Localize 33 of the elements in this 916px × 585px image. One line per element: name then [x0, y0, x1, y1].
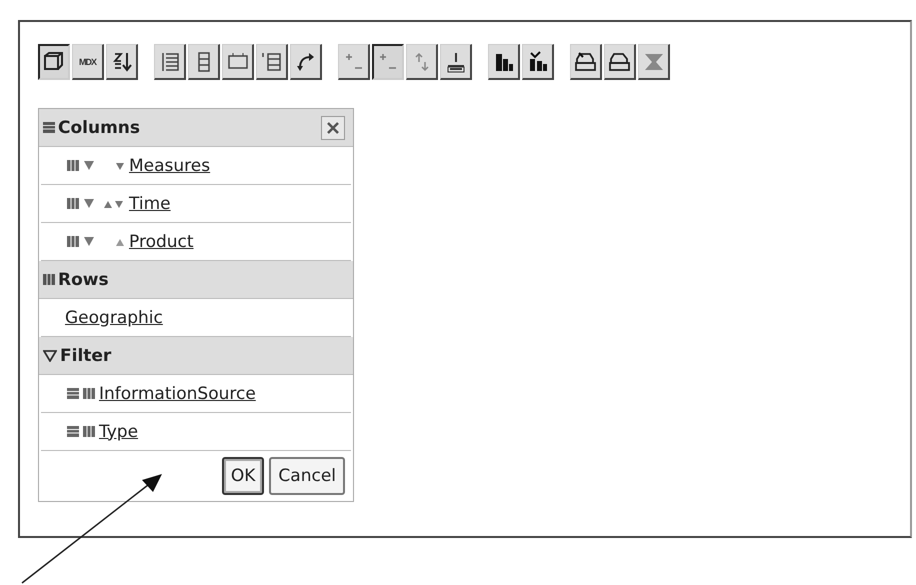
columns-icon[interactable]	[67, 198, 79, 209]
section-title: Filter	[60, 346, 112, 366]
funnel-icon[interactable]	[83, 236, 95, 247]
toolbar-button[interactable]	[38, 44, 70, 80]
section-title: Rows	[58, 270, 110, 290]
toolbar-button[interactable]	[372, 44, 404, 80]
dimension-link[interactable]: Type	[99, 422, 138, 442]
columns-icon	[43, 274, 55, 285]
dimension-link[interactable]: Time	[129, 194, 171, 214]
funnel-icon	[43, 350, 57, 362]
close-icon	[326, 120, 340, 134]
cancel-button[interactable]: Cancel	[269, 457, 345, 495]
sort-both-icon[interactable]	[103, 198, 125, 208]
dimension-link[interactable]: Measures	[129, 156, 210, 176]
dimension-link[interactable]: InformationSource	[99, 384, 256, 404]
dimension-link[interactable]: Product	[129, 232, 194, 252]
sort-up-icon[interactable]	[115, 236, 125, 246]
funnel-icon[interactable]	[83, 160, 95, 171]
columns-icon[interactable]	[67, 236, 79, 247]
rows-icon[interactable]	[67, 426, 79, 437]
section-title: Columns	[58, 118, 142, 138]
columns-icon[interactable]	[67, 160, 79, 171]
close-button[interactable]	[321, 116, 345, 140]
sort-down-icon[interactable]	[115, 160, 125, 170]
columns-icon[interactable]	[83, 426, 95, 437]
dimension-link[interactable]: Geographic	[65, 308, 163, 328]
ok-button[interactable]: OK	[222, 457, 264, 495]
columns-icon[interactable]	[83, 388, 95, 399]
rows-icon	[43, 122, 55, 133]
funnel-icon[interactable]	[83, 198, 95, 209]
printer-edit-icon	[574, 50, 598, 74]
rows-icon[interactable]	[67, 388, 79, 399]
mdx-button[interactable]: MDX	[72, 44, 104, 80]
